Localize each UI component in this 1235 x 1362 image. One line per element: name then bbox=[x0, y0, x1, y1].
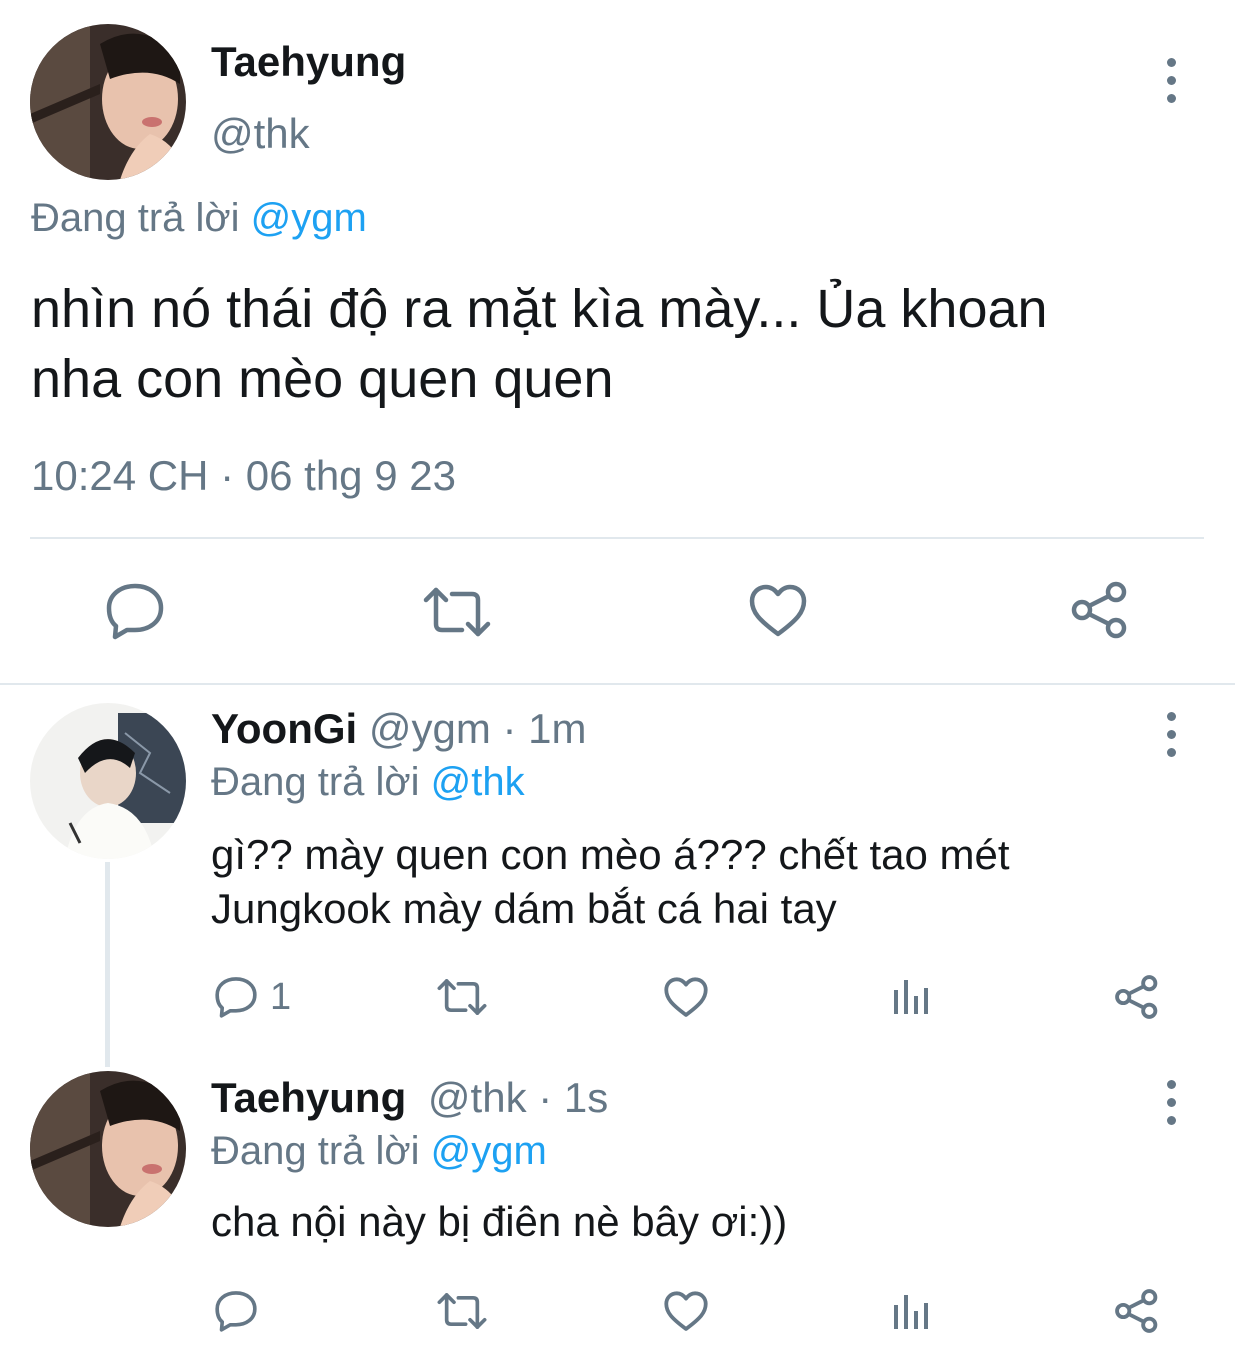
avatar-taehyung[interactable] bbox=[30, 24, 186, 180]
author-name[interactable]: YoonGi bbox=[211, 705, 357, 752]
reply-button[interactable] bbox=[214, 976, 258, 1018]
retweet-button[interactable] bbox=[436, 1292, 488, 1330]
like-icon bbox=[749, 584, 807, 637]
retweet-icon bbox=[437, 979, 487, 1015]
avatar-taehyung[interactable] bbox=[30, 1071, 186, 1227]
author-handle[interactable]: @thk bbox=[428, 1074, 527, 1121]
reply-header: Taehyung @thk · 1s bbox=[211, 1074, 608, 1122]
tweet-timestamp[interactable]: 10:24 CH · 06 thg 9 23 bbox=[31, 452, 456, 500]
replying-to-link[interactable]: @thk bbox=[431, 760, 525, 804]
thread-line bbox=[105, 862, 110, 1067]
retweet-icon bbox=[423, 587, 491, 637]
share-button[interactable] bbox=[1070, 580, 1130, 640]
share-button[interactable] bbox=[1114, 1288, 1160, 1334]
replying-to-line: Đang trả lời @thk bbox=[211, 760, 525, 805]
more-options-button[interactable] bbox=[1165, 58, 1177, 112]
like-icon bbox=[664, 1291, 708, 1331]
avatar-yoongi[interactable] bbox=[30, 703, 186, 859]
reply-text: gì?? mày quen con mèo á??? chết tao mét … bbox=[211, 828, 1010, 936]
tweet-text-line: nha con mèo quen quen bbox=[31, 349, 614, 409]
reply-count: 1 bbox=[270, 976, 292, 1018]
reply-header: YoonGi @ygm · 1m bbox=[211, 705, 587, 753]
retweet-button[interactable] bbox=[436, 978, 488, 1016]
replying-prefix: Đang trả lời bbox=[211, 1129, 420, 1173]
replying-to-line: Đang trả lời @ygm bbox=[31, 196, 367, 241]
share-button[interactable] bbox=[1114, 974, 1160, 1020]
share-icon bbox=[1115, 975, 1158, 1019]
share-icon bbox=[1115, 1289, 1158, 1333]
more-icon bbox=[1166, 1080, 1176, 1089]
like-button[interactable] bbox=[664, 977, 708, 1018]
analytics-icon bbox=[894, 1295, 928, 1329]
more-icon bbox=[1166, 712, 1176, 721]
reply-time[interactable]: · 1m bbox=[491, 705, 587, 752]
share-icon bbox=[1071, 581, 1127, 639]
replying-to-link[interactable]: @ygm bbox=[251, 196, 367, 240]
reply-icon bbox=[106, 583, 164, 640]
retweet-button[interactable] bbox=[422, 586, 492, 638]
more-options-button[interactable] bbox=[1165, 1080, 1177, 1134]
reply-icon bbox=[215, 977, 257, 1018]
author-handle[interactable]: @thk bbox=[211, 110, 310, 158]
replying-prefix: Đang trả lời bbox=[31, 196, 240, 240]
reply-time[interactable]: · 1s bbox=[527, 1074, 608, 1121]
like-icon bbox=[664, 977, 708, 1017]
author-name[interactable]: Taehyung bbox=[211, 1074, 406, 1121]
reply-text: cha nội này bị điên nè bây ơi:)) bbox=[211, 1198, 788, 1245]
reply-button[interactable] bbox=[105, 582, 165, 640]
divider bbox=[0, 683, 1235, 685]
analytics-button[interactable] bbox=[892, 976, 932, 1016]
more-options-button[interactable] bbox=[1165, 712, 1177, 766]
author-name[interactable]: Taehyung bbox=[211, 38, 406, 86]
analytics-button[interactable] bbox=[892, 1291, 932, 1331]
reply-text-line: Jungkook mày dám bắt cá hai tay bbox=[211, 885, 837, 932]
more-icon bbox=[1166, 58, 1176, 67]
reply-button[interactable] bbox=[214, 1290, 258, 1332]
like-button[interactable] bbox=[664, 1291, 708, 1332]
reply-text-line: gì?? mày quen con mèo á??? chết tao mét bbox=[211, 831, 1010, 878]
like-button[interactable] bbox=[749, 584, 807, 638]
replying-prefix: Đang trả lời bbox=[211, 760, 420, 804]
replying-to-link[interactable]: @ygm bbox=[431, 1129, 547, 1173]
divider bbox=[30, 537, 1204, 539]
replying-to-line: Đang trả lời @ygm bbox=[211, 1129, 547, 1174]
reply-icon bbox=[215, 1291, 257, 1332]
author-handle[interactable]: @ygm bbox=[369, 705, 491, 752]
analytics-icon bbox=[894, 980, 928, 1014]
tweet-text-line: nhìn nó thái độ ra mặt kìa mày... Ủa kho… bbox=[31, 279, 1048, 339]
tweet-text: nhìn nó thái độ ra mặt kìa mày... Ủa kho… bbox=[31, 274, 1048, 414]
retweet-icon bbox=[437, 1293, 487, 1329]
